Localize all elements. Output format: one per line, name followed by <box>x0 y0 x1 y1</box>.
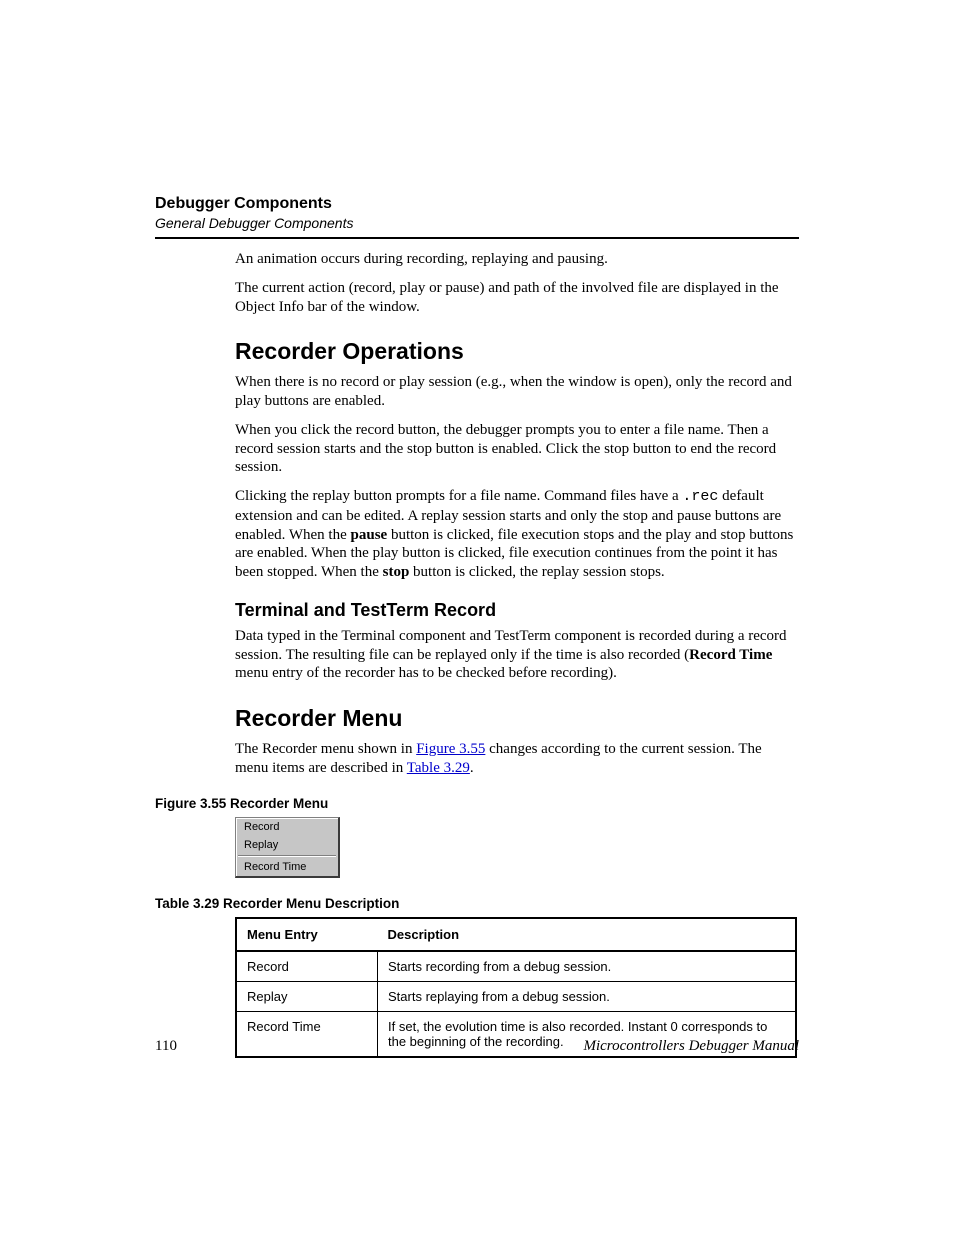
intro-paragraph-1: An animation occurs during recording, re… <box>235 250 797 269</box>
bold-record-time: Record Time <box>689 647 772 663</box>
recorder-menu-p1: The Recorder menu shown in Figure 3.55 c… <box>235 740 797 778</box>
terminal-p1: Data typed in the Terminal component and… <box>235 627 797 683</box>
col-header-description: Description <box>378 918 797 951</box>
text: . <box>470 760 474 776</box>
section-title: General Debugger Components <box>155 215 799 231</box>
cell-desc: Starts replaying from a debug session. <box>378 981 797 1011</box>
recorder-ops-p3: Clicking the replay button prompts for a… <box>235 487 797 582</box>
text: button is clicked, the replay session st… <box>409 564 664 580</box>
heading-recorder-menu: Recorder Menu <box>235 705 797 732</box>
table-header-row: Menu Entry Description <box>236 918 796 951</box>
menu-item-replay[interactable]: Replay <box>236 836 338 854</box>
page-number: 110 <box>155 1038 177 1055</box>
figure-caption: Figure 3.55 Recorder Menu <box>155 796 797 811</box>
bold-stop: stop <box>383 564 410 580</box>
header-rule <box>155 237 799 239</box>
link-figure-3-55[interactable]: Figure 3.55 <box>416 741 485 757</box>
cell-desc: Starts recording from a debug session. <box>378 951 797 982</box>
heading-recorder-operations: Recorder Operations <box>235 338 797 365</box>
menu-separator <box>238 855 336 857</box>
table-row: Replay Starts replaying from a debug ses… <box>236 981 796 1011</box>
recorder-menu-popup: Record Replay Record Time <box>235 817 340 878</box>
recorder-menu-description-table: Menu Entry Description Record Starts rec… <box>235 917 797 1058</box>
cell-entry: Replay <box>236 981 378 1011</box>
menu-item-record-time[interactable]: Record Time <box>236 858 338 876</box>
manual-title: Microcontrollers Debugger Manual <box>583 1038 799 1055</box>
table-row: Record Starts recording from a debug ses… <box>236 951 796 982</box>
recorder-ops-p1: When there is no record or play session … <box>235 373 797 411</box>
bold-pause: pause <box>351 527 388 543</box>
code-rec-ext: .rec <box>682 488 718 505</box>
page: Debugger Components General Debugger Com… <box>0 0 954 1235</box>
recorder-ops-p2: When you click the record button, the de… <box>235 421 797 477</box>
col-header-menu-entry: Menu Entry <box>236 918 378 951</box>
text: menu entry of the recorder has to be che… <box>235 665 617 681</box>
chapter-title: Debugger Components <box>155 195 799 213</box>
heading-terminal-testterm: Terminal and TestTerm Record <box>235 600 797 621</box>
body-column: An animation occurs during recording, re… <box>235 250 797 1058</box>
page-footer: 110 Microcontrollers Debugger Manual <box>155 1038 799 1055</box>
text: The Recorder menu shown in <box>235 741 416 757</box>
table-caption: Table 3.29 Recorder Menu Description <box>155 896 797 911</box>
intro-paragraph-2: The current action (record, play or paus… <box>235 279 797 317</box>
cell-entry: Record <box>236 951 378 982</box>
link-table-3-29[interactable]: Table 3.29 <box>407 760 470 776</box>
text: Clicking the replay button prompts for a… <box>235 488 682 504</box>
running-header: Debugger Components General Debugger Com… <box>155 195 799 239</box>
menu-item-record[interactable]: Record <box>236 818 338 836</box>
